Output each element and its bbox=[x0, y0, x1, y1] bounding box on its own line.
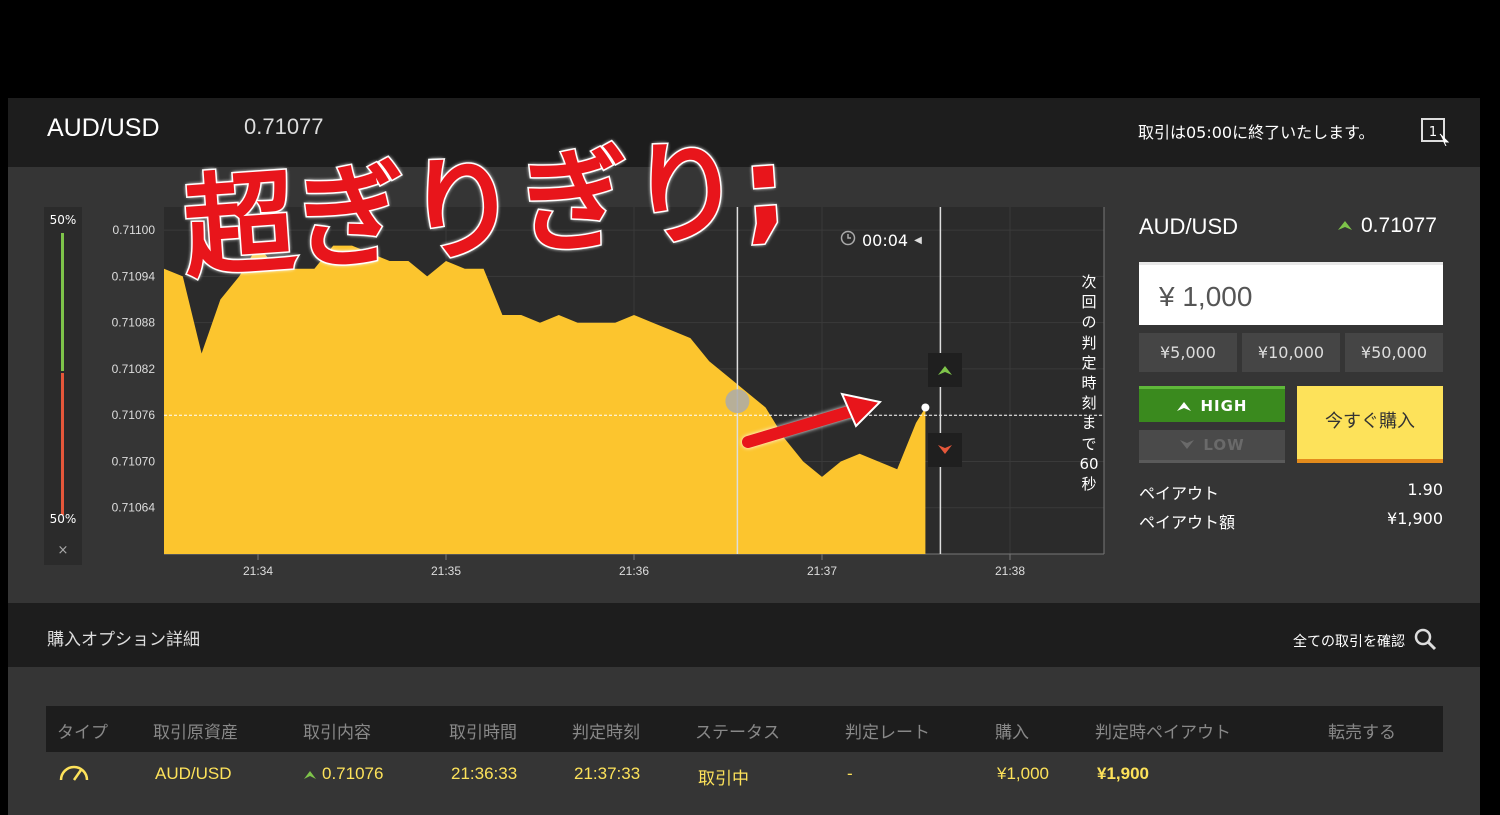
buy-now-button[interactable]: 今すぐ購入 bbox=[1297, 386, 1443, 463]
entry-marker bbox=[725, 389, 750, 414]
y-tick-label: 0.71076 bbox=[112, 408, 156, 422]
next-judgement-char: 60 bbox=[1079, 454, 1099, 473]
high-button[interactable]: HIGH bbox=[1139, 386, 1285, 422]
y-tick-label: 0.71070 bbox=[112, 454, 156, 468]
gauge-icon bbox=[57, 760, 91, 788]
panel-pair: AUD/USD bbox=[1139, 214, 1239, 239]
x-tick-label: 21:38 bbox=[995, 564, 1025, 578]
panel-rate-wrap: 0.71077 bbox=[1337, 214, 1437, 238]
next-judgement-char: ま bbox=[1081, 414, 1097, 433]
next-judgement-char: 次 bbox=[1081, 273, 1097, 291]
chart-low-button[interactable] bbox=[928, 433, 962, 467]
next-judgement-char: 秒 bbox=[1081, 475, 1097, 494]
row-judge-time: 21:37:33 bbox=[574, 764, 641, 783]
row-trade-time: 21:36:33 bbox=[451, 764, 518, 783]
next-judgement-text: 次回の判定時刻まで 60 秒 bbox=[1077, 272, 1101, 494]
x-tick-label: 21:36 bbox=[619, 564, 649, 578]
y-tick-label: 0.71100 bbox=[113, 223, 156, 237]
amount-value: ¥ 1,000 bbox=[1159, 281, 1253, 312]
search-icon bbox=[1413, 627, 1437, 655]
up-arrow-icon bbox=[938, 366, 952, 375]
col-content: 取引内容 bbox=[303, 723, 371, 743]
chart-high-button[interactable] bbox=[928, 353, 962, 387]
up-tick-icon bbox=[304, 770, 316, 779]
preset-50000-button[interactable]: ¥50,000 bbox=[1345, 333, 1443, 372]
payout-amount-label: ペイアウト額 bbox=[1139, 513, 1236, 532]
down-arrow-icon bbox=[938, 445, 952, 454]
details-header bbox=[8, 603, 1480, 667]
next-judgement-char: 刻 bbox=[1081, 394, 1097, 413]
col-judge-rate: 判定レート bbox=[845, 723, 930, 743]
col-resell: 転売する bbox=[1328, 723, 1396, 743]
col-purchase: 購入 bbox=[995, 723, 1029, 743]
up-arrow-icon bbox=[1177, 401, 1192, 411]
down-arrow-icon bbox=[1180, 440, 1195, 449]
row-payout: ¥1,900 bbox=[1097, 764, 1149, 783]
next-judgement-char: 定 bbox=[1081, 353, 1097, 372]
details-title: 購入オプション詳細 bbox=[47, 630, 200, 650]
row-content: 0.71076 bbox=[303, 764, 383, 784]
col-asset: 取引原資産 bbox=[153, 723, 238, 743]
payout-label: ペイアウト bbox=[1139, 484, 1220, 503]
col-judge-time: 判定時刻 bbox=[572, 723, 640, 743]
countdown: 00:04 ◀ bbox=[840, 230, 922, 250]
row-status: 取引中 bbox=[698, 769, 749, 788]
col-type: タイプ bbox=[57, 723, 108, 743]
next-judgement-char: で bbox=[1081, 434, 1097, 453]
up-tick-icon bbox=[1337, 214, 1353, 238]
y-tick-label: 0.71088 bbox=[112, 316, 156, 330]
x-tick-label: 21:35 bbox=[431, 564, 461, 578]
next-judgement-char: 時 bbox=[1081, 374, 1097, 393]
y-tick-label: 0.71064 bbox=[112, 501, 156, 515]
low-button[interactable]: LOW bbox=[1139, 430, 1285, 463]
next-judgement-char: の bbox=[1081, 313, 1097, 332]
y-tick-label: 0.71082 bbox=[112, 362, 156, 376]
countdown-pointer-icon: ◀ bbox=[914, 234, 922, 246]
payout-value: 1.90 bbox=[1407, 480, 1443, 499]
row-asset: AUD/USD bbox=[155, 764, 232, 783]
row-purchase: ¥1,000 bbox=[997, 764, 1049, 783]
x-tick-label: 21:37 bbox=[807, 564, 837, 578]
col-status: ステータス bbox=[695, 723, 780, 743]
panel-rate: 0.71077 bbox=[1361, 214, 1437, 237]
col-trade-time: 取引時間 bbox=[449, 723, 517, 743]
preset-5000-button[interactable]: ¥5,000 bbox=[1139, 333, 1237, 372]
high-label: HIGH bbox=[1200, 396, 1248, 415]
clock-icon bbox=[840, 230, 856, 250]
all-trades-link[interactable]: 全ての取引を確認 bbox=[1293, 627, 1437, 655]
payout-amount-row: ペイアウト額 ¥1,900 bbox=[1139, 509, 1443, 533]
all-trades-label: 全ての取引を確認 bbox=[1293, 634, 1405, 650]
countdown-value: 00:04 bbox=[862, 230, 909, 250]
y-tick-label: 0.71094 bbox=[112, 269, 156, 283]
payout-amount-value: ¥1,900 bbox=[1387, 509, 1443, 528]
x-tick-label: 21:34 bbox=[243, 564, 273, 578]
current-price-dot bbox=[921, 403, 930, 412]
row-judge-rate: - bbox=[847, 764, 853, 783]
col-payout: 判定時ペイアウト bbox=[1095, 723, 1231, 743]
amount-input[interactable]: ¥ 1,000 bbox=[1139, 262, 1443, 325]
row-rate: 0.71076 bbox=[322, 764, 384, 783]
low-label: LOW bbox=[1203, 436, 1245, 454]
payout-row: ペイアウト 1.90 bbox=[1139, 480, 1443, 504]
next-judgement-char: 回 bbox=[1081, 293, 1097, 312]
preset-10000-button[interactable]: ¥10,000 bbox=[1242, 333, 1340, 372]
next-judgement-char: 判 bbox=[1081, 333, 1097, 352]
